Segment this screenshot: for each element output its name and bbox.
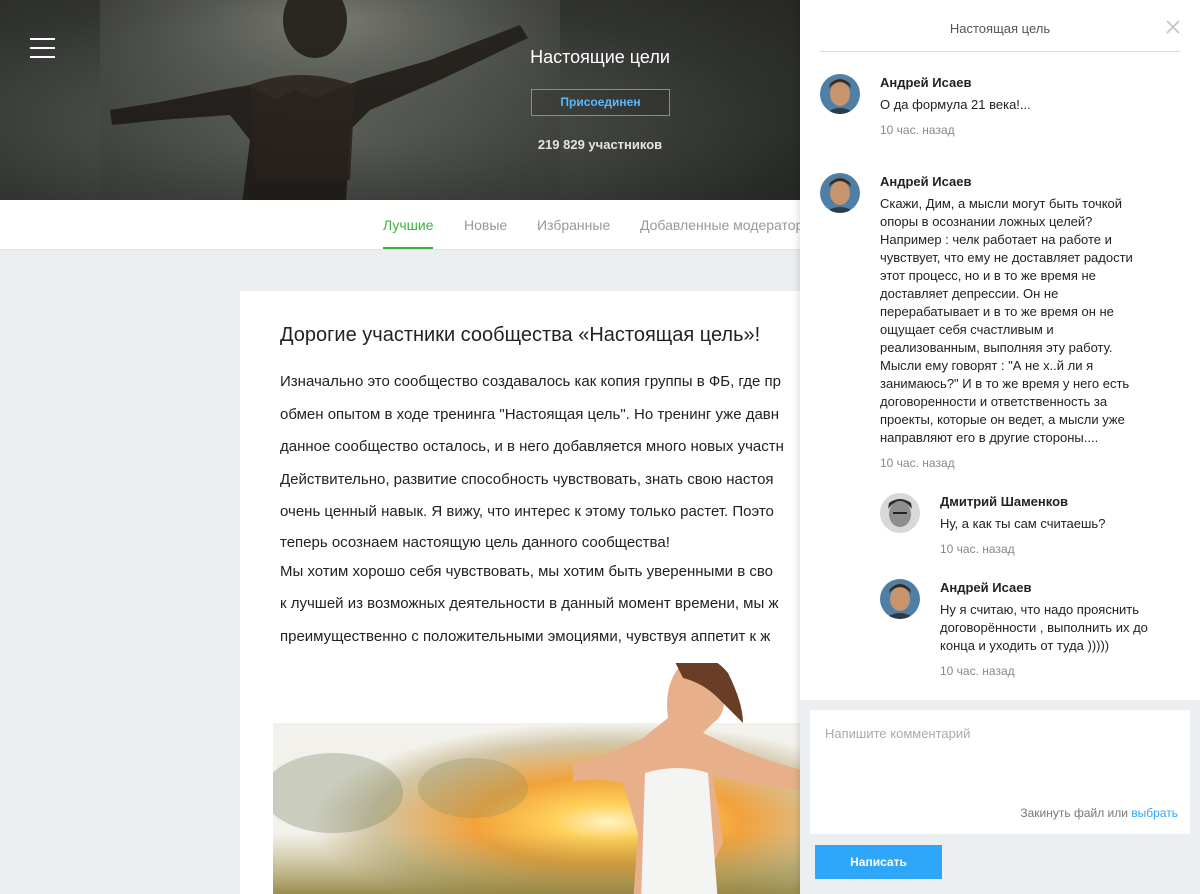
comments-panel: Настоящая цель Андрей Исаев О да формула… [800,0,1200,894]
post-line: Действительно, развитие способность чувс… [280,470,774,488]
comment-line: этот процесс, но и в то же время не [880,268,1096,283]
comment-line: доставляет депрессии. Он не [880,286,1059,301]
joined-button[interactable]: Присоединен [531,89,670,116]
comment-time: 10 час. назад [880,456,955,470]
post-line: преимущественно с положительными эмоциям… [280,627,771,645]
comment-author[interactable]: Дмитрий Шаменков [940,494,1068,509]
comment-line: чувствует, что ему не доставляет радости [880,250,1133,265]
comment-line: конца и уходить от туда ))))) [940,638,1110,653]
comment-input[interactable] [810,710,1190,800]
avatar[interactable] [880,493,920,533]
attach-file: Закинуть файл или выбрать [1020,806,1178,820]
avatar[interactable] [820,74,860,114]
tab-new[interactable]: Новые [464,217,507,233]
feed-tabs: Лучшие Новые Избранные Добавленные модер… [0,200,803,250]
post-card: Дорогие участники сообщества «Настоящая … [240,291,800,894]
post-line: теперь осознаем настоящую цель данного с… [280,533,670,551]
comment-author[interactable]: Андрей Исаев [940,580,1031,595]
comment-time: 10 час. назад [940,542,1015,556]
comment-time: 10 час. назад [880,123,955,137]
close-icon[interactable] [1165,19,1181,35]
attach-text: Закинуть файл или [1020,806,1128,820]
community-header [0,0,800,200]
comment-line: О да формула 21 века!... [880,97,1031,112]
post-line: обмен опытом в ходе тренинга "Настоящая … [280,405,780,423]
comment-line: опоры в осознании ложных целей? [880,214,1093,229]
comment-text: О да формула 21 века!... [880,96,1031,114]
comment-line: Например : челк работает на работе и [880,232,1112,247]
panel-title: Настоящая цель [820,0,1180,52]
post-line: данное сообщество осталось, и в него доб… [280,438,784,455]
comment-line: проекты, которые он ведет, а мысли уже [880,412,1125,427]
comment-author[interactable]: Андрей Исаев [880,174,971,189]
comment-text: Ну я считаю, что надо прояснить договорё… [940,601,1148,655]
choose-file-link[interactable]: выбрать [1131,806,1178,820]
comment-line: занимаюсь?" И в то же время у него есть [880,376,1130,391]
post-line: Мы хотим хорошо себя чувствовать, мы хот… [280,562,773,580]
comment-line: договоренности и ответственность за [880,394,1108,409]
tab-best[interactable]: Лучшие [383,217,434,249]
comment-line: ощущает себя счастливым и [880,322,1054,337]
comment-composer: Закинуть файл или выбрать [810,710,1190,834]
comment-line: реализованным, выполняя эту работу. [880,340,1113,355]
post-body: Изначально это сообщество создавалось ка… [280,366,800,653]
post-line: Изначально это сообщество создавалось ка… [280,373,781,390]
comment-line: договорённости , выполнить их до [940,620,1148,635]
comment-time: 10 час. назад [940,664,1015,678]
comment-line: перерабатывает и в то же время он не [880,304,1114,319]
comment-line: Скажи, Дим, а мысли могут быть точкой [880,196,1123,211]
hero-overlay [0,0,800,200]
post-line: к лучшей из возможных деятельности в дан… [280,595,779,612]
post-line: очень ценный навык. Я вижу, что интерес … [280,503,774,520]
comment-author[interactable]: Андрей Исаев [880,75,971,90]
post-title: Дорогие участники сообщества «Настоящая … [280,324,761,346]
post-image [273,663,800,894]
comment-line: направляют его в другие стороны.... [880,430,1099,445]
comment-line: Ну, а как ты сам считаешь? [940,516,1106,531]
tab-moderator-added[interactable]: Добавленные модератор [640,217,803,233]
send-comment-button[interactable]: Написать [815,845,942,879]
comment-line: Мысли ему говорят : "А не х..й ли я [880,358,1094,373]
comment-text: Скажи, Дим, а мысли могут быть точкой оп… [880,195,1133,447]
comment-line: Ну я считаю, что надо прояснить [940,602,1140,617]
comment-text: Ну, а как ты сам считаешь? [940,515,1105,533]
tab-favorites[interactable]: Избранные [537,217,610,233]
avatar[interactable] [880,579,920,619]
avatar[interactable] [820,173,860,213]
